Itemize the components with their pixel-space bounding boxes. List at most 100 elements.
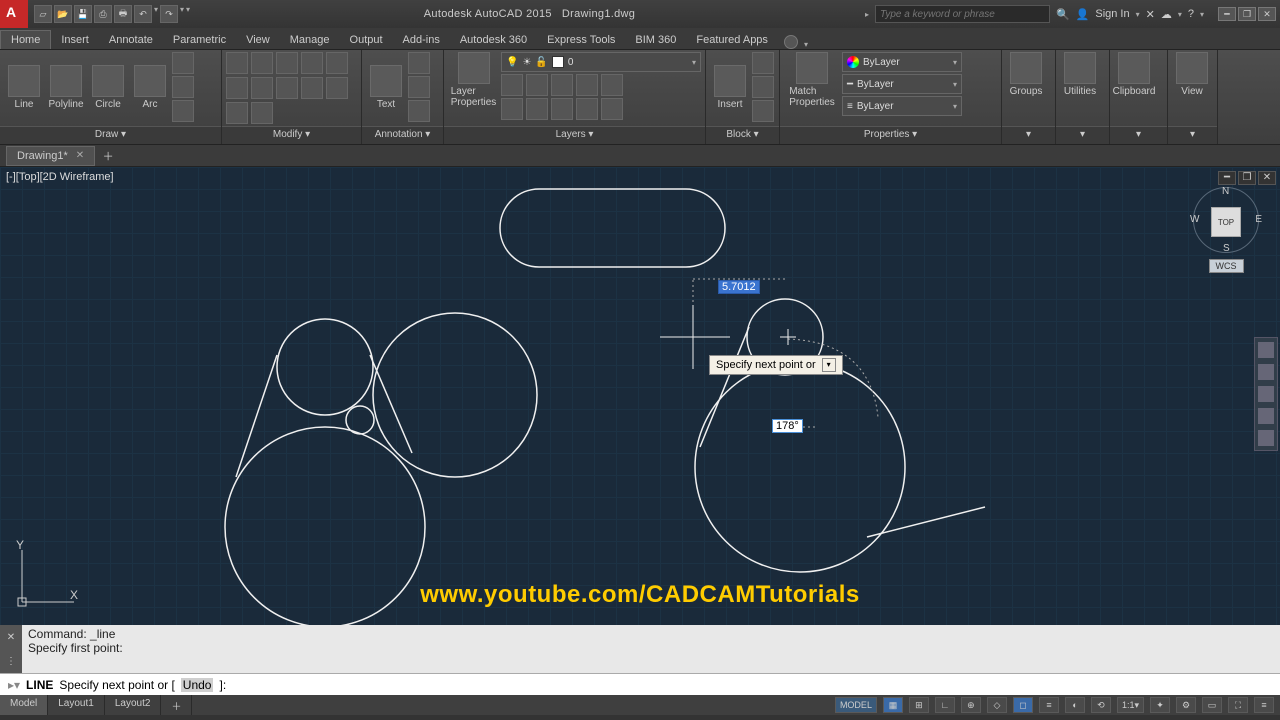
qat-undo-icon[interactable]: ↶ <box>134 5 152 23</box>
qat-new-icon[interactable]: ▱ <box>34 5 52 23</box>
transparency-icon[interactable]: ◐ <box>1065 697 1085 713</box>
close-button[interactable]: ✕ <box>1258 7 1276 21</box>
showmotion-icon[interactable] <box>1258 430 1274 446</box>
copy-icon[interactable] <box>326 52 348 74</box>
utilities-button[interactable]: Utilities <box>1060 52 1100 97</box>
mirror-icon[interactable] <box>226 77 248 99</box>
explode-icon[interactable] <box>276 77 298 99</box>
redo-dropdown-icon[interactable]: ▾ <box>180 5 184 23</box>
help-icon[interactable]: ? <box>1188 8 1194 20</box>
tab-insert[interactable]: Insert <box>51 31 99 49</box>
cmd-keyword[interactable]: Undo <box>181 678 214 692</box>
cleanscreen-icon[interactable]: ⛶ <box>1228 697 1248 713</box>
drawing-tab[interactable]: Drawing1*✕ <box>6 146 95 166</box>
tab-a360[interactable]: Autodesk 360 <box>450 31 537 49</box>
arc-button[interactable]: Arc <box>130 65 170 110</box>
layer-properties-button[interactable]: Layer Properties <box>448 52 499 108</box>
erase-icon[interactable] <box>301 52 323 74</box>
panel-title[interactable]: Layers ▾ <box>444 126 705 144</box>
dynamic-distance-input[interactable]: 5.7012 <box>718 280 760 294</box>
ortho-icon[interactable]: ∟ <box>935 697 955 713</box>
array-icon[interactable] <box>226 102 248 124</box>
workspace-icon[interactable]: ⚙ <box>1176 697 1196 713</box>
tab-annotate[interactable]: Annotate <box>99 31 163 49</box>
steering-wheel-icon[interactable] <box>1258 342 1274 358</box>
minimize-button[interactable]: ━ <box>1218 7 1236 21</box>
search-icon[interactable]: 🔍 <box>1056 8 1070 21</box>
line-button[interactable]: Line <box>4 65 44 110</box>
tab-output[interactable]: Output <box>340 31 393 49</box>
layercur-icon[interactable] <box>601 98 623 120</box>
wcs-button[interactable]: WCS <box>1209 259 1244 273</box>
annoscale-button[interactable]: 1:1 ▾ <box>1117 697 1144 713</box>
tab-express[interactable]: Express Tools <box>537 31 625 49</box>
tooltip-options-icon[interactable]: ▾ <box>822 358 836 372</box>
tab-home[interactable]: Home <box>0 30 51 49</box>
cmd-handle-icon[interactable]: ⋮ <box>6 656 16 667</box>
undo-dropdown-icon[interactable]: ▾ <box>154 5 158 23</box>
model-tab[interactable]: Model <box>0 695 48 715</box>
qat-customize-icon[interactable]: ▾ <box>186 5 190 23</box>
tab-parametric[interactable]: Parametric <box>163 31 236 49</box>
customize-status-icon[interactable]: ≡ <box>1254 697 1274 713</box>
layout1-tab[interactable]: Layout1 <box>48 695 105 715</box>
dynamic-angle-input[interactable]: 178° <box>772 419 803 433</box>
stayconnected-icon[interactable]: ☁ <box>1161 8 1172 21</box>
app-menu-icon[interactable] <box>0 0 28 28</box>
view-button[interactable]: View <box>1172 52 1212 97</box>
table-icon[interactable] <box>408 100 430 122</box>
grid-toggle-icon[interactable]: ▦ <box>883 697 903 713</box>
viewcube-face[interactable]: TOP <box>1211 207 1241 237</box>
orbit-icon[interactable] <box>1258 408 1274 424</box>
qat-save-icon[interactable]: 💾 <box>74 5 92 23</box>
rotate-icon[interactable] <box>251 52 273 74</box>
layeroff-icon[interactable] <box>501 74 523 96</box>
cycling-icon[interactable]: ⟲ <box>1091 697 1111 713</box>
osnap-icon[interactable]: ◻ <box>1013 697 1033 713</box>
tab-featured[interactable]: Featured Apps <box>686 31 778 49</box>
monitor-icon[interactable]: ▭ <box>1202 697 1222 713</box>
layer-combo[interactable]: 💡 ☀ 🔓 0 ▾ <box>501 52 701 72</box>
tab-addins[interactable]: Add-ins <box>393 31 450 49</box>
fillet-icon[interactable] <box>251 77 273 99</box>
annovis-icon[interactable]: ✦ <box>1150 697 1170 713</box>
lineweight-icon[interactable]: ≡ <box>1039 697 1059 713</box>
edit-block-icon[interactable] <box>752 76 774 98</box>
scale-icon[interactable] <box>326 77 348 99</box>
linetype-combo[interactable]: ≡ByLayer▾ <box>842 96 962 116</box>
panel-title[interactable]: Modify ▾ <box>222 126 361 144</box>
layerunlock-icon[interactable] <box>576 98 598 120</box>
panel-title[interactable]: ▾ <box>1056 126 1109 144</box>
signin-button[interactable]: Sign In <box>1095 8 1129 20</box>
panel-title[interactable]: ▾ <box>1168 126 1217 144</box>
tab-manage[interactable]: Manage <box>280 31 340 49</box>
new-drawing-tab-icon[interactable]: ＋ <box>97 148 119 164</box>
infocenter-chevron-icon[interactable]: ▸ <box>865 10 869 19</box>
color-combo[interactable]: ByLayer▾ <box>842 52 962 72</box>
trim-icon[interactable] <box>276 52 298 74</box>
isodraft-icon[interactable]: ◇ <box>987 697 1007 713</box>
qat-redo-icon[interactable]: ↷ <box>160 5 178 23</box>
close-tab-icon[interactable]: ✕ <box>76 150 84 161</box>
lineweight-combo[interactable]: ━ByLayer▾ <box>842 74 962 94</box>
qat-open-icon[interactable]: 📂 <box>54 5 72 23</box>
layerlock-icon[interactable] <box>576 74 598 96</box>
ribbon-cycle-icon[interactable] <box>784 35 798 49</box>
qat-plot-icon[interactable]: 🖶 <box>114 5 132 23</box>
panel-title[interactable]: ▾ <box>1002 126 1055 144</box>
layeruniso-icon[interactable] <box>526 98 548 120</box>
move-icon[interactable] <box>226 52 248 74</box>
clipboard-button[interactable]: Clipboard <box>1114 52 1154 97</box>
command-line[interactable]: ▸▾ LINE Specify next point or [Undo]: <box>0 673 1280 695</box>
panel-title[interactable]: Annotation ▾ <box>362 126 443 144</box>
groups-button[interactable]: Groups <box>1006 52 1046 97</box>
create-block-icon[interactable] <box>752 52 774 74</box>
match-properties-button[interactable]: Match Properties <box>784 52 840 108</box>
leader-icon[interactable] <box>408 76 430 98</box>
tab-bim360[interactable]: BIM 360 <box>625 31 686 49</box>
insert-button[interactable]: Insert <box>710 65 750 110</box>
modelspace-button[interactable]: MODEL <box>835 697 877 713</box>
layermatch-icon[interactable] <box>601 74 623 96</box>
add-layout-icon[interactable]: ＋ <box>161 695 192 715</box>
search-input[interactable] <box>875 5 1050 23</box>
